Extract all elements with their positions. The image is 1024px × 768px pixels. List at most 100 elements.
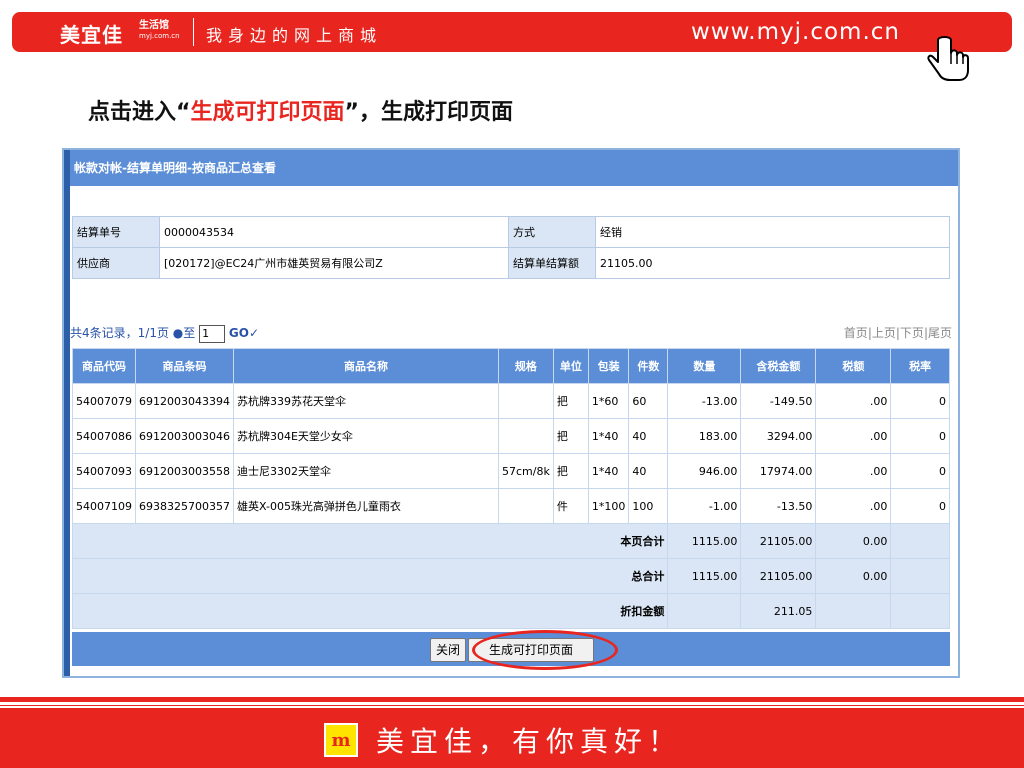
cell-barcode: 6912003043394 <box>135 383 234 419</box>
pager-links: 首页|上页|下页|尾页 <box>843 326 952 340</box>
last-page-link[interactable]: 尾页 <box>928 326 952 340</box>
cell-qty: -1.00 <box>667 488 742 524</box>
cell-unit: 把 <box>552 383 589 419</box>
cell-qty: 946.00 <box>667 453 742 489</box>
top-banner: 美宜佳 生活馆 myj.com.cn 我身边的网上商城 www.myj.com.… <box>12 12 1012 52</box>
brand-sub: 生活馆 myj.com.cn <box>139 20 180 42</box>
site-url-link[interactable]: www.myj.com.cn <box>691 19 900 45</box>
first-page-link[interactable]: 首页 <box>844 326 868 340</box>
supplier-label: 供应商 <box>72 247 160 279</box>
cell-pack: 1*40 <box>587 418 630 454</box>
page-total-qty: 1115.00 <box>667 523 742 559</box>
column-header[interactable]: 含税金额 <box>740 348 817 384</box>
cell-code: 54007079 <box>72 383 136 419</box>
cell-tax: .00 <box>815 418 892 454</box>
cell-amount: 3294.00 <box>740 418 817 454</box>
cell-qty: -13.00 <box>667 383 742 419</box>
column-header[interactable]: 商品条码 <box>135 348 234 384</box>
banner-slogan: 我身边的网上商城 <box>206 26 383 45</box>
cell-name: 苏杭牌339苏花天堂伞 <box>232 383 499 419</box>
footer-line <box>0 697 1024 702</box>
cell-barcode: 6912003003046 <box>135 418 234 454</box>
table-row[interactable]: 54007086 6912003003046 苏杭牌304E天堂少女伞 把 1*… <box>72 418 950 454</box>
settlement-info-table: 结算单号 0000043534 方式 经销 供应商 [020172]@EC24广… <box>72 216 950 279</box>
footer-line-thin <box>0 705 1024 706</box>
headline-before: 点击进入“ <box>88 100 191 125</box>
panel-title: 帐款对帐-结算单明细-按商品汇总查看 <box>70 150 958 186</box>
table-row[interactable]: 54007109 6938325700357 雄英X-005珠光高弹拼色儿童雨衣… <box>72 488 950 524</box>
grand-total-amount: 21105.00 <box>740 558 817 594</box>
cell-name: 雄英X-005珠光高弹拼色儿童雨衣 <box>232 488 499 524</box>
table-row[interactable]: 54007093 6912003003558 迪士尼3302天堂伞 57cm/8… <box>72 453 950 489</box>
amount-value: 21105.00 <box>595 247 950 279</box>
brand-logo-icon: m <box>324 723 358 757</box>
column-header[interactable]: 单位 <box>552 348 589 384</box>
cell-code: 54007109 <box>72 488 136 524</box>
discount-row: 折扣金额 211.05 <box>71 593 950 629</box>
grand-total-tax: 0.00 <box>815 558 892 594</box>
mode-label: 方式 <box>508 216 596 248</box>
page-total-tax: 0.00 <box>815 523 892 559</box>
page-number-input[interactable]: 1 <box>199 324 226 343</box>
column-header[interactable]: 件数 <box>628 348 669 384</box>
discount-amount: 211.05 <box>740 593 817 629</box>
cell-spec <box>497 488 554 524</box>
cell-amount: -149.50 <box>740 383 817 419</box>
cell-tax-rate: 0 <box>890 453 950 489</box>
panel-left-bar <box>64 150 70 676</box>
cell-spec <box>497 383 554 419</box>
cell-barcode: 6938325700357 <box>135 488 234 524</box>
cell-pack: 1*60 <box>587 383 630 419</box>
supplier-value: [020172]@EC24广州市雄英贸易有限公司Z <box>159 247 509 279</box>
discount-empty <box>815 593 892 629</box>
cell-barcode: 6912003003558 <box>135 453 234 489</box>
grand-total-label: 总合计 <box>71 558 669 594</box>
cell-pieces: 40 <box>628 418 669 454</box>
brand-name: 美宜佳 <box>60 23 123 47</box>
cell-name: 苏杭牌304E天堂少女伞 <box>232 418 499 454</box>
column-header[interactable]: 包装 <box>587 348 630 384</box>
close-button[interactable]: 关闭 <box>430 638 466 662</box>
column-header[interactable]: 商品代码 <box>72 348 136 384</box>
footer-slogan: 美宜佳，有你真好！ <box>376 725 683 758</box>
logo-letter: m <box>331 730 350 751</box>
settlement-panel: 帐款对帐-结算单明细-按商品汇总查看 结算单号 0000043534 方式 经销… <box>62 148 960 678</box>
cell-amount: 17974.00 <box>740 453 817 489</box>
table-row[interactable]: 54007079 6912003043394 苏杭牌339苏花天堂伞 把 1*6… <box>72 383 950 419</box>
brand-sub-url: myj.com.cn <box>139 32 180 40</box>
next-page-link[interactable]: 下页 <box>900 326 924 340</box>
column-header[interactable]: 商品名称 <box>232 348 499 384</box>
cell-qty: 183.00 <box>667 418 742 454</box>
cell-name: 迪士尼3302天堂伞 <box>232 453 499 489</box>
logo-mark-icon: m <box>331 730 350 751</box>
cell-pieces: 60 <box>628 383 669 419</box>
goto-label: ●至 <box>172 326 196 340</box>
cell-pieces: 40 <box>628 453 669 489</box>
column-header[interactable]: 规格 <box>497 348 554 384</box>
amount-label: 结算单结算额 <box>508 247 596 279</box>
mode-value: 经销 <box>595 216 950 248</box>
cell-spec <box>497 418 554 454</box>
cell-spec: 57cm/8k <box>497 453 554 489</box>
headline-highlight: 生成可打印页面 <box>190 100 345 125</box>
cell-pack: 1*100 <box>587 488 630 524</box>
cell-tax: .00 <box>815 383 892 419</box>
discount-empty <box>890 593 950 629</box>
settle-no-label: 结算单号 <box>72 216 160 248</box>
page-total-empty <box>890 523 950 559</box>
cell-unit: 把 <box>552 418 589 454</box>
banner-divider <box>193 18 194 46</box>
prev-page-link[interactable]: 上页 <box>872 326 896 340</box>
settle-no-value: 0000043534 <box>159 216 509 248</box>
column-header[interactable]: 税率 <box>890 348 950 384</box>
grand-total-row: 总合计 1115.00 21105.00 0.00 <box>71 558 950 594</box>
cell-tax-rate: 0 <box>890 418 950 454</box>
grand-total-qty: 1115.00 <box>667 558 742 594</box>
column-header[interactable]: 税额 <box>815 348 892 384</box>
go-button[interactable]: GO✓ <box>229 326 259 340</box>
headline-after: ”，生成打印页面 <box>344 100 513 125</box>
column-header[interactable]: 数量 <box>667 348 742 384</box>
page-total-label: 本页合计 <box>71 523 669 559</box>
cell-pack: 1*40 <box>587 453 630 489</box>
page-total-row: 本页合计 1115.00 21105.00 0.00 <box>71 523 950 559</box>
